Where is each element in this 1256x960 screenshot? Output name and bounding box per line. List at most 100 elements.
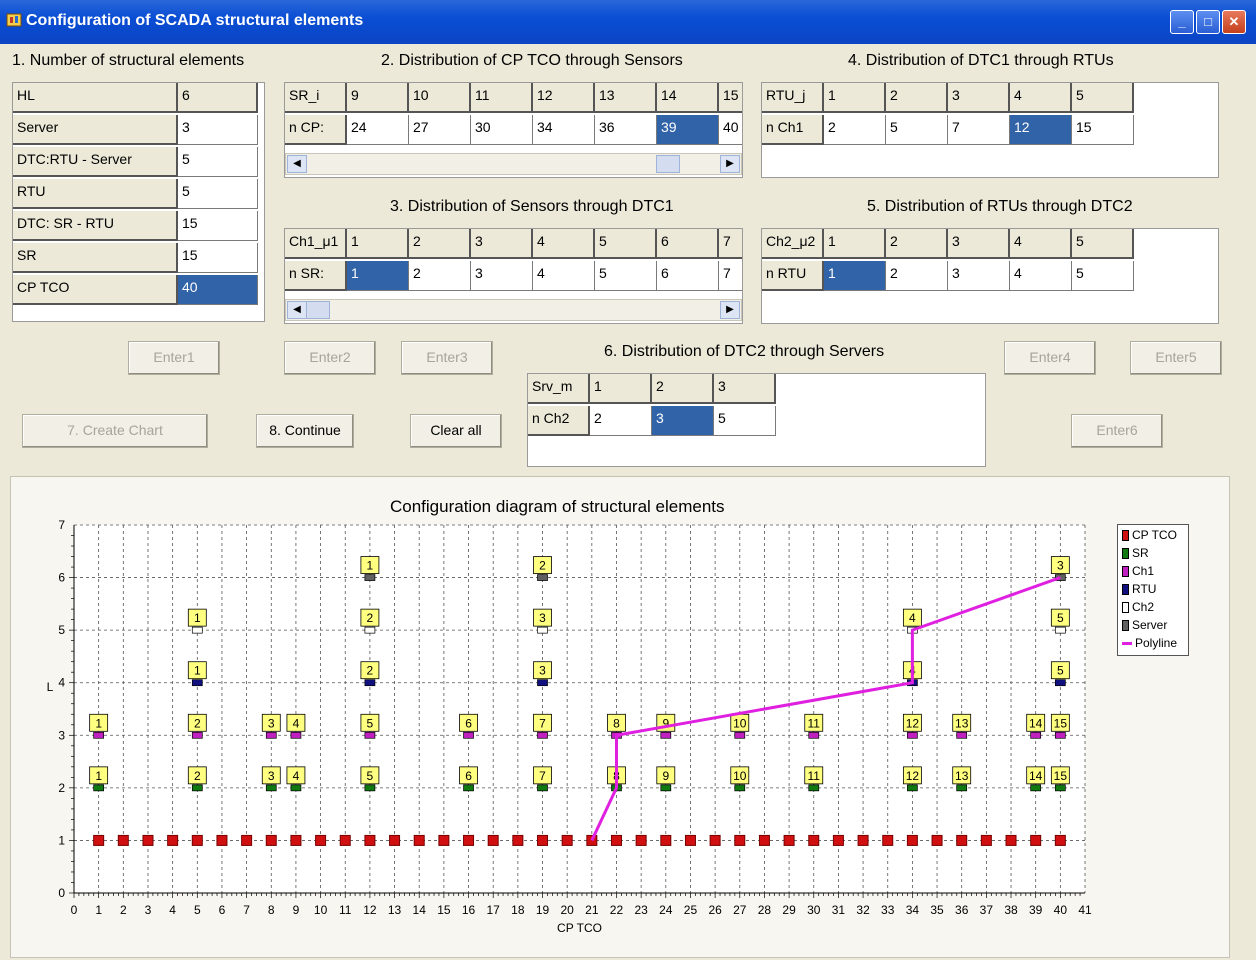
minimize-button[interactable]: _: [1170, 10, 1194, 34]
legend-item: CP TCO: [1122, 528, 1177, 542]
sr-i-cell[interactable]: 9: [347, 83, 409, 113]
sr-i-cell[interactable]: 15: [719, 83, 742, 113]
elements-count-grid: HL 6 Server 3 DTC:RTU - Server 5 RTU 5 D…: [12, 82, 265, 322]
n-rtu-cell[interactable]: 1: [824, 261, 886, 291]
n-sr-cell[interactable]: 2: [409, 261, 471, 291]
n-ch1-cell[interactable]: 12: [1010, 115, 1072, 145]
n-sr-cell[interactable]: 5: [595, 261, 657, 291]
n-sr-cell[interactable]: 3: [471, 261, 533, 291]
n-rtu-cell[interactable]: 5: [1072, 261, 1134, 291]
n-cp-cell[interactable]: 34: [533, 115, 595, 145]
n-ch2-cell[interactable]: 5: [714, 406, 776, 436]
legend-swatch: [1122, 548, 1129, 560]
clear-all-button[interactable]: Clear all: [410, 414, 502, 448]
scroll-left-button[interactable]: ◀: [287, 155, 307, 173]
n-ch1-cell[interactable]: 2: [824, 115, 886, 145]
rtu-j-cell[interactable]: 4: [1010, 83, 1072, 113]
legend-swatch: [1122, 620, 1129, 632]
enter2-button[interactable]: Enter2: [284, 341, 376, 375]
legend-swatch: [1122, 642, 1132, 646]
minimize-icon: _: [1178, 14, 1186, 29]
n-ch1-cell[interactable]: 7: [948, 115, 1010, 145]
scroll-right-button[interactable]: ▶: [720, 301, 740, 319]
scroll-thumb[interactable]: [306, 301, 330, 319]
n-cp-cell[interactable]: 40: [719, 115, 742, 145]
sr-i-cell[interactable]: 13: [595, 83, 657, 113]
n-cp-cell[interactable]: 27: [409, 115, 471, 145]
sr-i-cell[interactable]: 12: [533, 83, 595, 113]
ch2-cell[interactable]: 4: [1010, 229, 1072, 259]
enter4-button[interactable]: Enter4: [1004, 341, 1096, 375]
create-chart-button[interactable]: 7. Create Chart: [22, 414, 208, 448]
rtu-j-cell[interactable]: 5: [1072, 83, 1134, 113]
horizontal-scrollbar[interactable]: ◀ ▶: [285, 153, 742, 175]
horizontal-scrollbar[interactable]: ◀ ▶: [285, 299, 742, 321]
n-cp-cell[interactable]: 30: [471, 115, 533, 145]
ch1-cell[interactable]: 5: [595, 229, 657, 259]
srv-m-cell[interactable]: 3: [714, 374, 776, 404]
n-cp-cell[interactable]: 24: [347, 115, 409, 145]
n-cp-cell[interactable]: 39: [657, 115, 719, 145]
sr-value-cell[interactable]: 15: [178, 243, 258, 273]
row-label-rtu: RTU: [13, 179, 178, 209]
close-button[interactable]: ✕: [1222, 10, 1246, 34]
enter5-button[interactable]: Enter5: [1130, 341, 1222, 375]
sr-i-cell[interactable]: 14: [657, 83, 719, 113]
scroll-left-button[interactable]: ◀: [287, 301, 307, 319]
chart-title: Configuration diagram of structural elem…: [390, 497, 725, 516]
chevron-right-icon: ▶: [726, 158, 734, 169]
title-bar: Configuration of SCADA structural elemen…: [0, 0, 1256, 44]
continue-button[interactable]: 8. Continue: [256, 414, 354, 448]
legend-swatch: [1122, 530, 1129, 542]
n-rtu-cell[interactable]: 4: [1010, 261, 1072, 291]
srv-m-cell[interactable]: 1: [590, 374, 652, 404]
n-cp-cell[interactable]: 36: [595, 115, 657, 145]
ch1-cell[interactable]: 7: [719, 229, 742, 259]
cp-tco-sensors-grid: SR_i 9 10 11 12 13 14 15 n CP: 24 27 30 …: [284, 82, 743, 178]
close-icon: ✕: [1228, 14, 1240, 29]
n-sr-cell[interactable]: 6: [657, 261, 719, 291]
n-rtu-cell[interactable]: 3: [948, 261, 1010, 291]
n-sr-cell[interactable]: 7: [719, 261, 742, 291]
ch2-cell[interactable]: 3: [948, 229, 1010, 259]
app-icon: [6, 13, 22, 27]
dtc-sr-rtu-value-cell[interactable]: 15: [178, 211, 258, 241]
chevron-left-icon: ◀: [293, 158, 301, 169]
rtu-j-cell[interactable]: 3: [948, 83, 1010, 113]
n-rtu-cell[interactable]: 2: [886, 261, 948, 291]
srv-m-cell[interactable]: 2: [652, 374, 714, 404]
rtu-j-cell[interactable]: 1: [824, 83, 886, 113]
enter1-button[interactable]: Enter1: [128, 341, 220, 375]
sr-i-cell[interactable]: 10: [409, 83, 471, 113]
hl-value-cell[interactable]: 6: [178, 83, 258, 113]
rtu-value-cell[interactable]: 5: [178, 179, 258, 209]
n-sr-cell[interactable]: 4: [533, 261, 595, 291]
n-sr-cell[interactable]: 1: [347, 261, 409, 291]
ch1-cell[interactable]: 4: [533, 229, 595, 259]
ch2-cell[interactable]: 2: [886, 229, 948, 259]
section4-title: 4. Distribution of DTC1 through RTUs: [848, 52, 1114, 69]
server-value-cell[interactable]: 3: [178, 115, 258, 145]
srv-m-header: Srv_m: [528, 374, 590, 404]
rtu-j-cell[interactable]: 2: [886, 83, 948, 113]
n-ch1-cell[interactable]: 5: [886, 115, 948, 145]
ch2-cell[interactable]: 5: [1072, 229, 1134, 259]
n-ch2-cell[interactable]: 3: [652, 406, 714, 436]
n-ch1-cell[interactable]: 15: [1072, 115, 1134, 145]
enter3-button[interactable]: Enter3: [401, 341, 493, 375]
enter6-button[interactable]: Enter6: [1071, 414, 1163, 448]
sr-i-cell[interactable]: 11: [471, 83, 533, 113]
row-label-dtc-sr-rtu: DTC: SR - RTU: [13, 211, 178, 241]
rtus-dtc2-grid: Ch2_μ2 1 2 3 4 5 n RTU 1 2 3 4 5: [761, 228, 1219, 324]
ch1-cell[interactable]: 6: [657, 229, 719, 259]
ch1-cell[interactable]: 3: [471, 229, 533, 259]
ch2-cell[interactable]: 1: [824, 229, 886, 259]
ch1-cell[interactable]: 2: [409, 229, 471, 259]
ch1-cell[interactable]: 1: [347, 229, 409, 259]
maximize-button[interactable]: □: [1196, 10, 1220, 34]
scroll-right-button[interactable]: ▶: [720, 155, 740, 173]
cp-tco-value-cell[interactable]: 40: [178, 275, 258, 305]
scroll-thumb[interactable]: [656, 155, 680, 173]
n-ch2-cell[interactable]: 2: [590, 406, 652, 436]
dtc-rtu-server-value-cell[interactable]: 5: [178, 147, 258, 177]
